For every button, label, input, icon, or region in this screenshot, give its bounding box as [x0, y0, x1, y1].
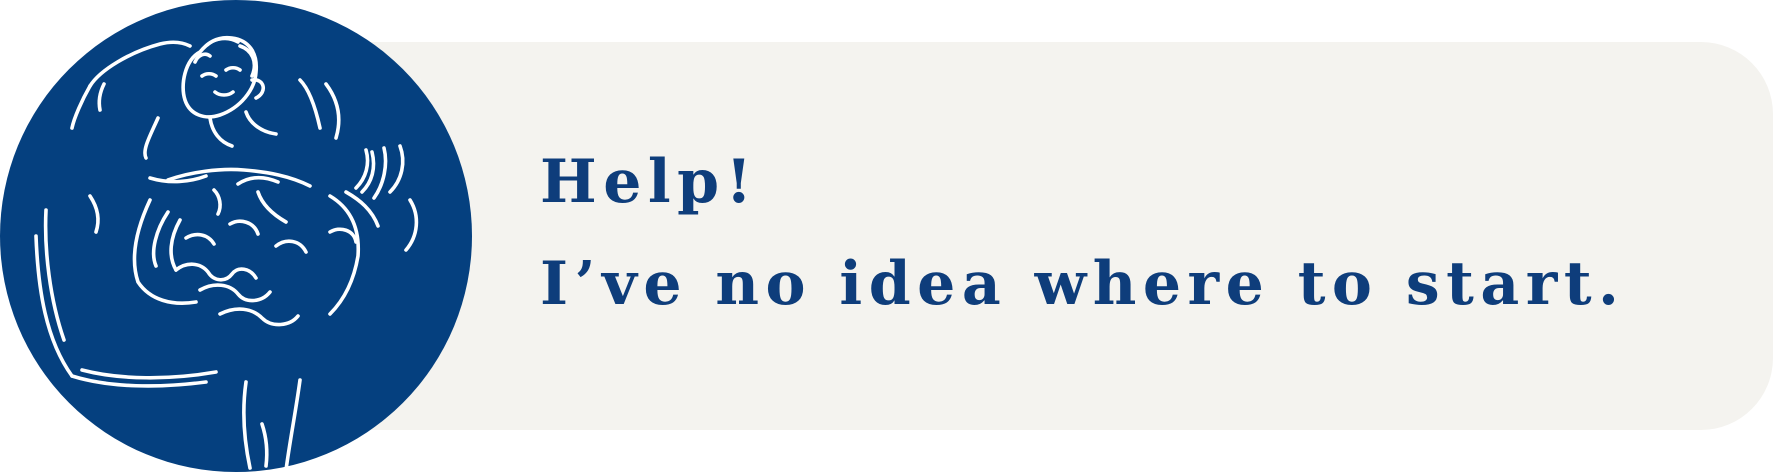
confused-person-illustration-icon: [0, 0, 472, 472]
headline-line-1: Help!: [540, 147, 759, 217]
headline-line-2: I’ve no idea where to start.: [540, 249, 1626, 319]
help-banner: Help! I’ve no idea where to start.: [0, 0, 1773, 472]
headline: Help! I’ve no idea where to start.: [540, 148, 1625, 338]
